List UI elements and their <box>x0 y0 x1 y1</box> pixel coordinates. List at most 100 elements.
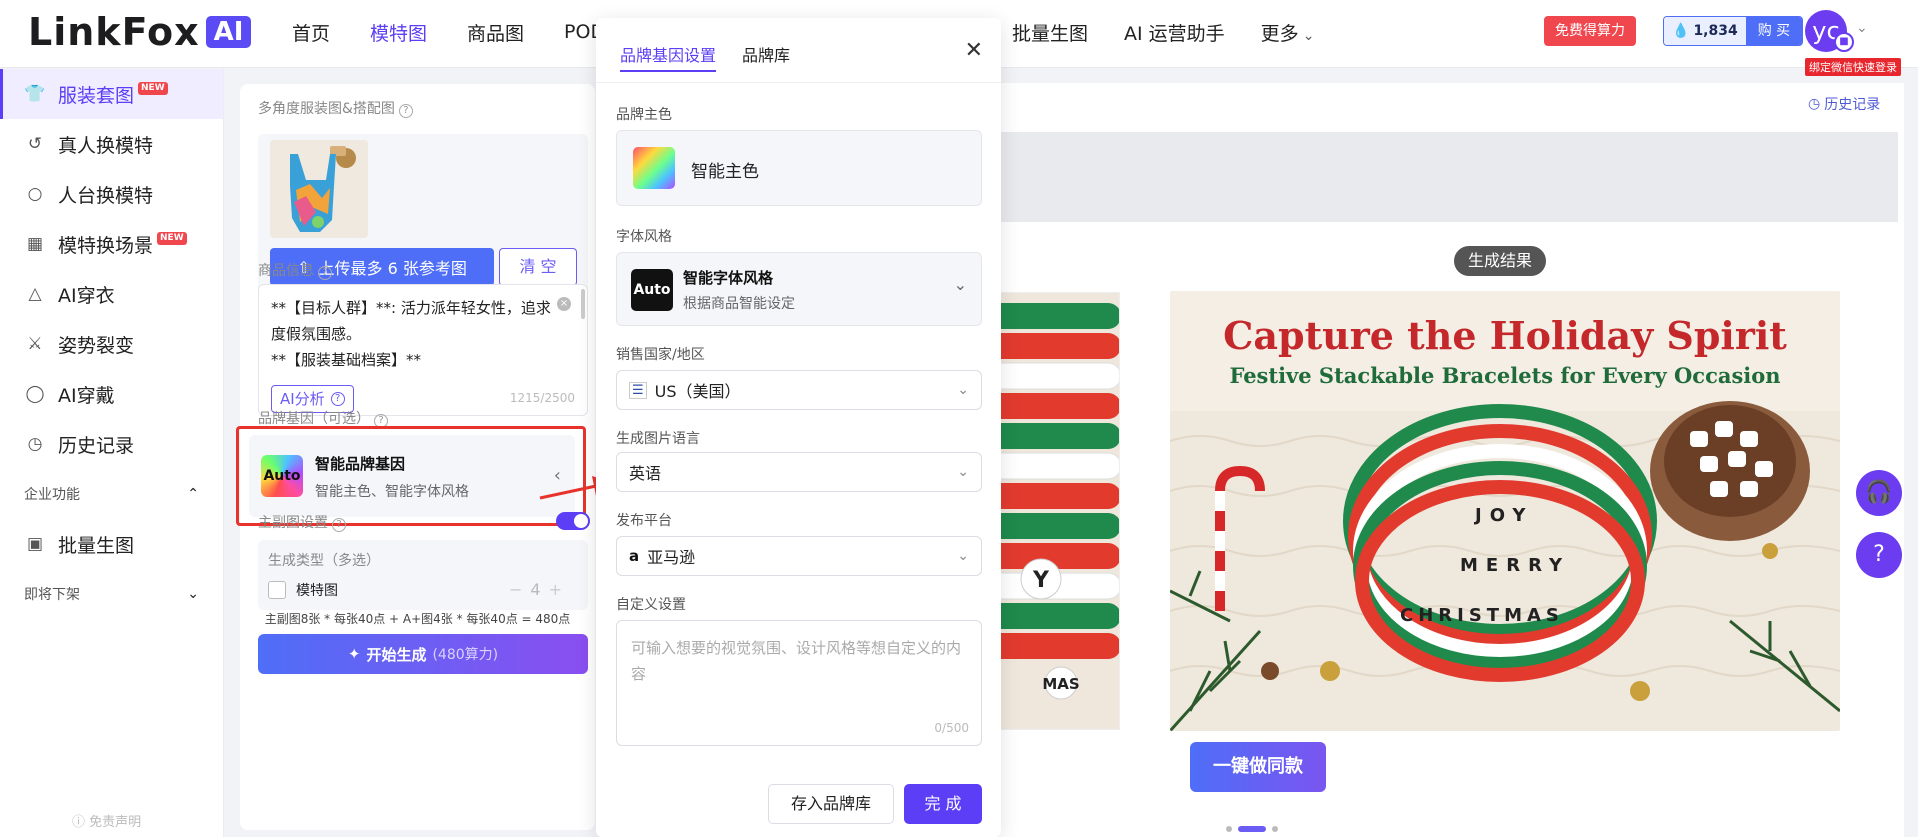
main-setting-label: 主副图设置? <box>258 512 346 532</box>
checkbox[interactable] <box>268 581 286 599</box>
start-generate-button[interactable]: ✦ 开始生成 (480算力) <box>258 634 588 674</box>
main-color-field[interactable]: 智能主色 <box>616 130 982 206</box>
sidebar-group-enterprise[interactable]: 企业功能 ⌃ <box>0 469 223 519</box>
brand-gene-card-highlight[interactable]: Auto 智能品牌基因 智能主色、智能字体风格 ‹ <box>236 426 586 526</box>
gen-option-row[interactable]: 模特图 <box>268 580 338 600</box>
stepper-value: 4 <box>530 580 549 599</box>
help-circle-icon[interactable]: ? <box>1856 532 1902 578</box>
help-icon[interactable]: ? <box>318 266 332 280</box>
scrollbar[interactable] <box>581 289 585 319</box>
accessory-icon: ◯ <box>25 384 45 404</box>
free-credits-button[interactable]: 免费得算力 <box>1544 16 1636 46</box>
sidebar-item-history[interactable]: ◷ 历史记录 <box>0 419 223 469</box>
sidebar-item-ai-dress[interactable]: △ AI穿衣 <box>0 269 223 319</box>
custom-setting-label: 自定义设置 <box>616 597 686 613</box>
country-select[interactable]: ☰ US（美国） ⌄ <box>616 370 982 410</box>
result-tag: 生成结果 <box>1454 246 1547 276</box>
bag-icon: ■ <box>1834 32 1854 52</box>
new-badge: NEW <box>157 231 187 245</box>
history-icon: ◷ <box>27 434 43 454</box>
info-icon: ⓘ <box>72 815 90 830</box>
us-flag-icon: ☰ <box>629 381 647 399</box>
logo[interactable]: LinkFox AI <box>28 10 252 54</box>
sidebar: 👕 服装套图 NEW ↺ 真人换模特 ○ 人台换模特 ▦ 模特换场景 NEW △… <box>0 69 224 837</box>
nav-home[interactable]: 首页 <box>292 19 330 46</box>
platform-select[interactable]: a 亚马逊 ⌄ <box>616 536 982 576</box>
brand-gene-modal: 品牌基因设置 品牌库 ✕ 品牌主色 智能主色 字体风格 Auto 智能字体风格 … <box>596 18 1001 837</box>
help-icon: ? <box>330 392 345 406</box>
chevron-down-icon: ⌄ <box>957 382 969 398</box>
clear-button[interactable]: 清 空 <box>499 248 577 286</box>
minus-icon[interactable]: − <box>509 580 530 599</box>
nav-batch[interactable]: 批量生图 <box>1012 19 1088 46</box>
tab-brand-library[interactable]: 品牌库 <box>742 42 790 66</box>
font-style-label: 字体风格 <box>616 229 672 245</box>
bracelet-closeup-image: Y MAS <box>1001 293 1119 729</box>
plus-icon[interactable]: + <box>549 580 570 599</box>
disclaimer-link[interactable]: ⓘ 免责声明 <box>72 811 141 830</box>
mannequin-icon: ○ <box>27 184 43 204</box>
chevron-up-icon: ⌃ <box>187 486 199 502</box>
generated-result-image[interactable]: Capture the Holiday Spirit Festive Stack… <box>1170 291 1840 731</box>
buy-button[interactable]: 购 买 <box>1745 17 1803 45</box>
carousel-dot[interactable] <box>1226 826 1232 832</box>
tab-brand-gene-settings[interactable]: 品牌基因设置 <box>620 42 717 72</box>
help-icon[interactable]: ? <box>332 518 346 532</box>
headset-icon[interactable]: 🎧 <box>1856 470 1902 516</box>
sidebar-group-offline[interactable]: 即将下架 ⌄ <box>0 569 223 619</box>
swimsuit-thumbnail[interactable] <box>270 140 368 238</box>
nav-more-label: 更多 <box>1260 22 1299 45</box>
nav-model-image[interactable]: 模特图 <box>370 19 427 46</box>
carousel-dot[interactable] <box>1272 826 1278 832</box>
shirt-icon: 👕 <box>24 84 46 104</box>
disclaimer-label: 免责声明 <box>89 815 142 830</box>
sidebar-item-mannequin-swap[interactable]: ○ 人台换模特 <box>0 169 223 219</box>
swap-person-icon: ↺ <box>27 134 43 154</box>
sidebar-item-real-model-swap[interactable]: ↺ 真人换模特 <box>0 119 223 169</box>
credits-widget: 💧 1,834 购 买 <box>1663 16 1804 46</box>
font-style-value: 智能字体风格 <box>683 269 774 287</box>
brand-gene-title: 智能品牌基因 <box>315 455 406 473</box>
quantity-stepper[interactable]: −4+ <box>509 580 570 599</box>
close-icon[interactable]: ✕ <box>965 38 983 63</box>
main-setting-label-text: 主副图设置 <box>258 515 328 531</box>
start-label: 开始生成 <box>366 645 427 664</box>
wechat-bind-tag[interactable]: 绑定微信快速登录 <box>1805 58 1901 76</box>
clear-text-icon[interactable]: × <box>557 297 571 311</box>
done-button[interactable]: 完 成 <box>904 784 982 824</box>
save-to-library-button[interactable]: 存入品牌库 <box>768 784 894 824</box>
previous-result-image[interactable]: Y MAS <box>1000 292 1120 730</box>
main-setting-toggle[interactable] <box>556 512 590 530</box>
gen-type-box: 生成类型（多选） 模特图 −4+ <box>258 540 588 610</box>
nav-more[interactable]: 更多 ⌄ <box>1261 19 1315 46</box>
make-same-style-button[interactable]: 一键做同款 <box>1190 742 1326 792</box>
product-info-text[interactable]: **【目标人群】**: 活力派年轻女性，追求度假氛围感。 **【服装基础档案】*… <box>271 295 551 373</box>
auto-font-icon: Auto <box>631 269 673 311</box>
scene-icon: ▦ <box>26 234 44 254</box>
product-info-label: 商品信息? <box>258 260 332 280</box>
start-cost: (480算力) <box>432 647 499 663</box>
platform-value: 亚马逊 <box>647 548 696 567</box>
char-count: 1215/2500 <box>509 391 575 405</box>
banner-title: Capture the Holiday Spirit <box>1223 313 1787 358</box>
nav-ai-assistant[interactable]: AI 运营助手 <box>1124 19 1225 46</box>
brand-gene-card[interactable]: Auto 智能品牌基因 智能主色、智能字体风格 ‹ <box>249 435 575 517</box>
sidebar-item-scene-swap[interactable]: ▦ 模特换场景 NEW <box>0 219 223 269</box>
product-info-textarea[interactable]: **【目标人群】**: 活力派年轻女性，追求度假氛围感。 **【服装基础档案】*… <box>258 284 588 416</box>
sidebar-item-batch[interactable]: ▣ 批量生图 <box>0 519 223 569</box>
chevron-down-icon: ⌄ <box>187 586 199 602</box>
gen-type-label: 生成类型（多选） <box>268 553 380 569</box>
sidebar-item-ai-wear[interactable]: ◯ AI穿戴 <box>0 369 223 419</box>
chevron-down-icon[interactable]: ⌄ <box>1856 20 1868 36</box>
font-style-sub: 根据商品智能设定 <box>683 296 795 312</box>
help-icon[interactable]: ? <box>398 104 413 118</box>
custom-setting-textarea[interactable]: 可输入想要的视觉氛围、设计风格等想自定义的内容 0/500 <box>616 620 982 746</box>
font-style-select[interactable]: Auto 智能字体风格 根据商品智能设定 ⌄ <box>616 252 982 326</box>
language-select[interactable]: 英语 ⌄ <box>616 452 982 492</box>
history-link[interactable]: ◷ 历史记录 <box>1808 94 1880 114</box>
sidebar-item-label: AI穿戴 <box>58 384 115 407</box>
sidebar-item-pose[interactable]: ⚔ 姿势裂变 <box>0 319 223 369</box>
nav-product-image[interactable]: 商品图 <box>467 19 524 46</box>
carousel-dot-active[interactable] <box>1238 826 1266 832</box>
sidebar-item-clothing-set[interactable]: 👕 服装套图 NEW <box>0 69 223 119</box>
